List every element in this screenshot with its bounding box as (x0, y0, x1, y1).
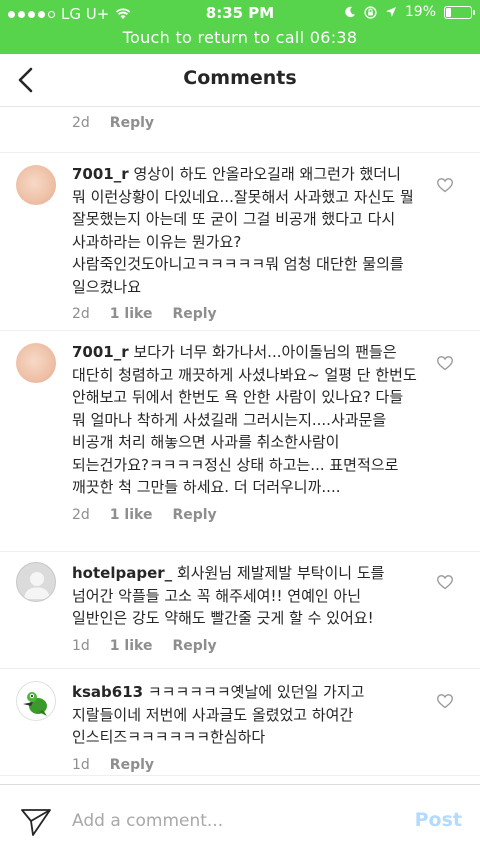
rotation-lock-icon (364, 5, 377, 19)
comment-time: 2d (72, 306, 90, 322)
heart-icon[interactable] (436, 693, 454, 709)
previous-comment-meta: 2d Reply (72, 115, 154, 131)
comment-body: 7001_r 영상이 하도 안올라오길래 왜그런가 했더니 뭐 이런상황이 다있… (72, 163, 417, 322)
reply-button[interactable]: Reply (172, 507, 216, 523)
moon-icon (345, 6, 355, 18)
comment-username[interactable]: 7001_r (72, 165, 129, 183)
comment-content: 영상이 하도 안올라오길래 왜그런가 했더니 뭐 이런상황이 다있네요...잘못… (72, 165, 414, 296)
comment-item: 7001_r 영상이 하도 안올라오길래 왜그런가 했더니 뭐 이런상황이 다있… (0, 152, 480, 322)
comment-content: 보다가 너무 화가나서...아이돌님의 팬들은 대단히 청렴하고 깨끗하게 사셨… (72, 343, 417, 496)
user-avatar[interactable] (16, 165, 56, 205)
comment-list[interactable]: 2d Reply 7001_r 영상이 하도 안올라오길래 왜그런가 했더니 뭐… (0, 107, 480, 783)
comment-meta: 1d Reply (72, 757, 417, 773)
status-bar: LG U+ 8:35 PM 19% (0, 0, 480, 26)
comment-input[interactable]: Add a comment... (72, 811, 223, 831)
battery-icon (444, 5, 475, 19)
post-button[interactable]: Post (415, 809, 462, 831)
comment-text: 7001_r 보다가 너무 화가나서...아이돌님의 팬들은 대단히 청렴하고 … (72, 341, 417, 499)
comment-text: hotelpaper_ 회사원님 제발제발 부탁이니 도를 넘어간 악플들 고소… (72, 562, 417, 630)
status-right-group: 19% (344, 4, 475, 20)
reply-button[interactable]: Reply (110, 757, 154, 773)
comment-body: ksab613 ㅋㅋㅋㅋㅋㅋ옛날에 있던일 가지고 지랄들이네 저번에 사과글도… (72, 681, 417, 773)
reply-button[interactable]: Reply (172, 638, 216, 654)
person-silhouette-icon (24, 572, 50, 599)
nav-header: Comments (0, 54, 480, 107)
heart-icon[interactable] (436, 355, 454, 371)
reply-button[interactable]: Reply (172, 306, 216, 322)
likes-count[interactable]: 1 like (110, 306, 153, 322)
comment-username[interactable]: 7001_r (72, 343, 129, 361)
direct-send-icon[interactable] (20, 807, 52, 837)
list-divider (0, 775, 480, 776)
frog-avatar[interactable] (16, 681, 56, 721)
location-arrow-icon (385, 7, 396, 17)
call-status-area[interactable]: LG U+ 8:35 PM 19% Touch to return to cal… (0, 0, 480, 54)
comment-username[interactable]: hotelpaper_ (72, 564, 172, 582)
comment-username[interactable]: ksab613 (72, 683, 143, 701)
page-title: Comments (183, 67, 297, 89)
user-avatar[interactable] (16, 343, 56, 383)
heart-icon[interactable] (436, 574, 454, 590)
default-avatar[interactable] (16, 562, 56, 602)
heart-icon[interactable] (436, 177, 454, 193)
frog-icon (23, 692, 47, 716)
comment-time: 1d (72, 637, 90, 654)
comment-meta: 2d 1 like Reply (72, 306, 417, 322)
likes-count[interactable]: 1 like (110, 638, 153, 654)
comment-body: hotelpaper_ 회사원님 제발제발 부탁이니 도를 넘어간 악플들 고소… (72, 562, 417, 654)
battery-percent: 19% (404, 4, 436, 20)
reply-button[interactable]: Reply (110, 115, 154, 131)
comment-meta: 1d 1 like Reply (72, 638, 417, 654)
return-to-call-banner[interactable]: Touch to return to call 06:38 (0, 28, 480, 47)
comment-body: 7001_r 보다가 너무 화가나서...아이돌님의 팬들은 대단히 청렴하고 … (72, 341, 417, 523)
comment-composer: Add a comment... Post (0, 784, 480, 855)
comment-item: hotelpaper_ 회사원님 제발제발 부탁이니 도를 넘어간 악플들 고소… (0, 551, 480, 654)
comment-time: 2d (72, 115, 90, 131)
comment-item: ksab613 ㅋㅋㅋㅋㅋㅋ옛날에 있던일 가지고 지랄들이네 저번에 사과글도… (0, 668, 480, 773)
comment-text: 7001_r 영상이 하도 안올라오길래 왜그런가 했더니 뭐 이런상황이 다있… (72, 163, 417, 298)
comment-time: 2d (72, 506, 90, 523)
likes-count[interactable]: 1 like (110, 507, 153, 523)
comment-meta: 2d 1 like Reply (72, 507, 417, 523)
comment-item: 7001_r 보다가 너무 화가나서...아이돌님의 팬들은 대단히 청렴하고 … (0, 330, 480, 523)
comment-time: 1d (72, 756, 90, 773)
comment-text: ksab613 ㅋㅋㅋㅋㅋㅋ옛날에 있던일 가지고 지랄들이네 저번에 사과글도… (72, 681, 417, 749)
